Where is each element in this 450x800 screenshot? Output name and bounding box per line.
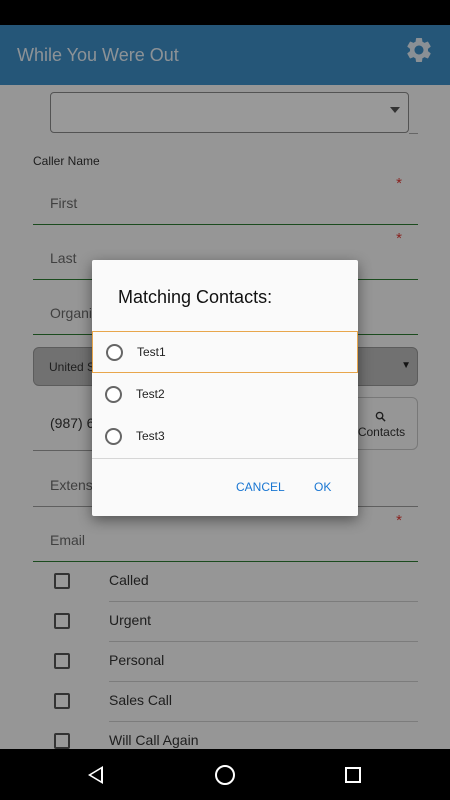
radio-button[interactable]	[105, 428, 122, 445]
navigation-bar	[0, 749, 450, 800]
radio-button[interactable]	[105, 386, 122, 403]
contact-option-test3[interactable]: Test3	[92, 416, 358, 458]
contact-option-label: Test2	[136, 387, 165, 401]
matching-contacts-dialog: Matching Contacts: Test1 Test2 Test3 CAN…	[92, 260, 358, 516]
dialog-title: Matching Contacts:	[118, 287, 273, 307]
radio-button[interactable]	[106, 344, 123, 361]
cancel-button[interactable]: CANCEL	[236, 480, 285, 494]
contact-option-label: Test3	[136, 429, 165, 443]
contact-option-test2[interactable]: Test2	[92, 374, 358, 416]
home-icon[interactable]	[215, 765, 235, 785]
back-icon[interactable]	[88, 766, 103, 784]
recents-icon[interactable]	[345, 767, 361, 783]
status-bar	[0, 0, 450, 25]
contact-option-label: Test1	[137, 345, 166, 359]
contact-option-test1[interactable]: Test1	[92, 331, 358, 373]
ok-button[interactable]: OK	[314, 480, 331, 494]
